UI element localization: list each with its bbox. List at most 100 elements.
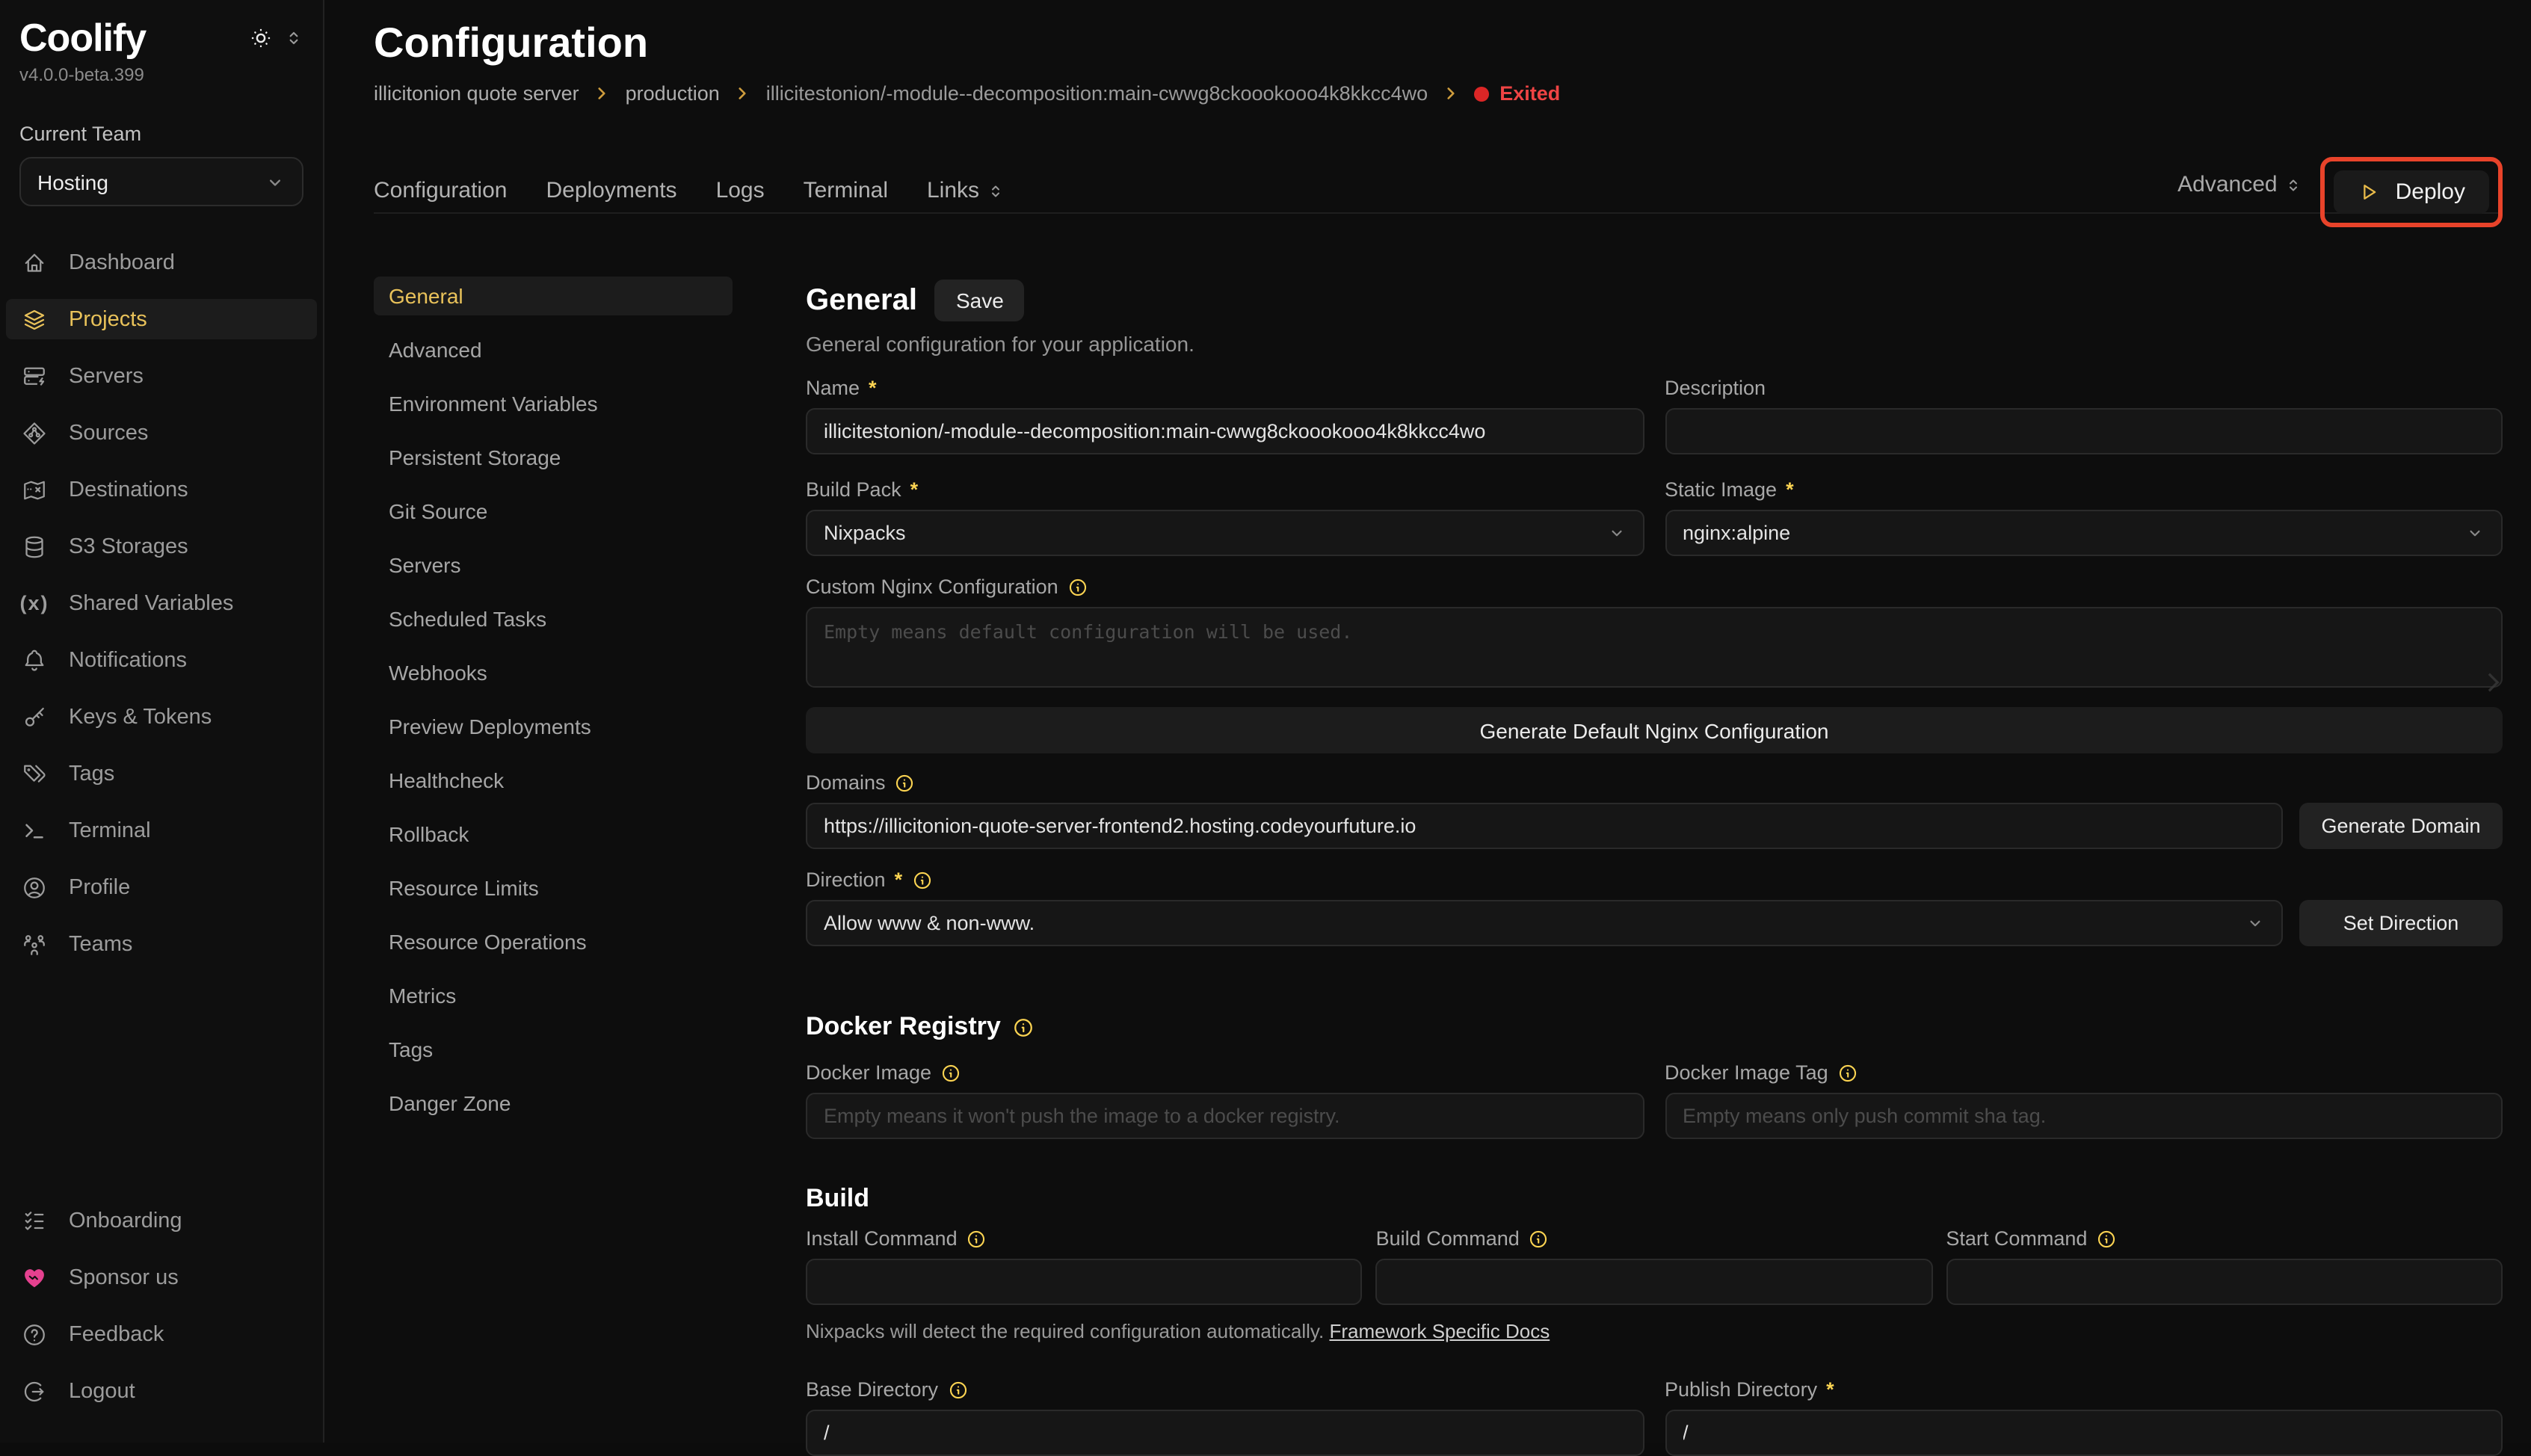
base-directory-label: Base Directory <box>806 1378 1644 1401</box>
docker-image-input[interactable] <box>806 1093 1644 1139</box>
save-button[interactable]: Save <box>935 280 1025 321</box>
deploy-button[interactable]: Deploy <box>2334 170 2489 214</box>
build-pack-value: Nixpacks <box>824 522 906 544</box>
subnav-item-preview-deployments[interactable]: Preview Deployments <box>374 707 733 746</box>
info-icon[interactable] <box>967 1228 987 1249</box>
tab-links-label: Links <box>927 178 979 203</box>
sidebar-item-sources[interactable]: Sources <box>6 413 317 453</box>
framework-docs-link[interactable]: Framework Specific Docs <box>1329 1320 1550 1342</box>
theme-selector-icon[interactable] <box>284 28 303 48</box>
sidebar-item-label: Profile <box>69 875 130 899</box>
info-icon[interactable] <box>1529 1228 1550 1249</box>
sidebar-item-label: S3 Storages <box>69 534 188 558</box>
subnav-item-general[interactable]: General <box>374 277 733 315</box>
sidebar-item-destinations[interactable]: Destinations <box>6 469 317 510</box>
subnav-item-persistent-storage[interactable]: Persistent Storage <box>374 438 733 477</box>
required-mark: * <box>1786 478 1794 501</box>
name-input[interactable] <box>806 408 1644 454</box>
info-icon[interactable] <box>940 1062 961 1083</box>
tab-logs[interactable]: Logs <box>716 178 765 203</box>
info-icon[interactable] <box>895 772 916 793</box>
layers-icon <box>21 306 48 333</box>
sidebar-item-label: Servers <box>69 364 144 388</box>
info-icon[interactable] <box>1837 1062 1858 1083</box>
info-icon[interactable] <box>947 1379 968 1400</box>
sidebar-item-servers[interactable]: Servers <box>6 356 317 396</box>
sidebar-item-dashboard[interactable]: Dashboard <box>6 242 317 283</box>
description-input[interactable] <box>1665 408 2503 454</box>
subnav-item-resource-operations[interactable]: Resource Operations <box>374 922 733 961</box>
subnav-item-metrics[interactable]: Metrics <box>374 976 733 1015</box>
users-icon <box>21 931 48 957</box>
logout-icon <box>21 1378 48 1404</box>
info-icon[interactable] <box>911 869 932 890</box>
subnav-item-scheduled-tasks[interactable]: Scheduled Tasks <box>374 599 733 638</box>
breadcrumb-application[interactable]: illicitestonion/-module--decomposition:m… <box>766 82 1428 105</box>
direction-select[interactable]: Allow www & non-www. <box>806 900 2283 946</box>
sidebar-item-shared-variables[interactable]: (x) Shared Variables <box>6 583 317 623</box>
status-dot-icon <box>1474 86 1489 101</box>
subnav-item-servers[interactable]: Servers <box>374 546 733 584</box>
custom-nginx-label: Custom Nginx Configuration <box>806 576 2503 598</box>
sidebar-nav: Dashboard Projects Servers Sources Desti… <box>0 242 323 981</box>
team-select[interactable]: Hosting <box>19 157 303 206</box>
sidebar-item-tags[interactable]: Tags <box>6 753 317 794</box>
domains-label: Domains <box>806 771 2503 794</box>
subnav-item-webhooks[interactable]: Webhooks <box>374 653 733 692</box>
sidebar-item-label: Tags <box>69 762 114 786</box>
tag-icon <box>21 760 48 787</box>
sidebar-item-label: Notifications <box>69 648 187 672</box>
breadcrumb-project[interactable]: illicitonion quote server <box>374 82 579 105</box>
generate-nginx-button[interactable]: Generate Default Nginx Configuration <box>806 707 2503 753</box>
sidebar-item-s3-storages[interactable]: S3 Storages <box>6 526 317 567</box>
chevron-down-icon <box>265 171 286 192</box>
tab-configuration[interactable]: Configuration <box>374 178 507 203</box>
subnav-item-danger-zone[interactable]: Danger Zone <box>374 1084 733 1123</box>
subnav-item-git-source[interactable]: Git Source <box>374 492 733 531</box>
tab-terminal[interactable]: Terminal <box>804 178 888 203</box>
chevron-right-icon <box>1441 84 1461 103</box>
info-icon[interactable] <box>1067 576 1088 597</box>
sidebar-item-onboarding[interactable]: Onboarding <box>6 1200 317 1241</box>
config-subnav: General Advanced Environment Variables P… <box>374 268 733 1443</box>
breadcrumb-environment[interactable]: production <box>626 82 720 105</box>
start-command-input[interactable] <box>1946 1259 2503 1305</box>
custom-nginx-textarea[interactable] <box>806 607 2503 688</box>
generate-domain-button[interactable]: Generate Domain <box>2299 803 2503 849</box>
base-directory-input[interactable] <box>806 1410 1644 1456</box>
sidebar-item-teams[interactable]: Teams <box>6 924 317 964</box>
key-icon <box>21 703 48 730</box>
info-icon[interactable] <box>1013 1016 1035 1038</box>
sidebar-item-sponsor[interactable]: Sponsor us <box>6 1257 317 1298</box>
sidebar-item-terminal[interactable]: Terminal <box>6 810 317 851</box>
static-image-label: Static Image* <box>1665 478 2503 501</box>
sidebar-item-keys-tokens[interactable]: Keys & Tokens <box>6 697 317 737</box>
domains-input[interactable] <box>806 803 2283 849</box>
sidebar-item-feedback[interactable]: Feedback <box>6 1314 317 1354</box>
tab-links[interactable]: Links <box>927 178 1005 203</box>
static-image-select[interactable]: nginx:alpine <box>1665 510 2503 556</box>
advanced-dropdown[interactable]: Advanced <box>2177 172 2302 212</box>
sidebar-item-label: Shared Variables <box>69 591 233 615</box>
sidebar-item-logout[interactable]: Logout <box>6 1371 317 1411</box>
info-icon[interactable] <box>2096 1228 2117 1249</box>
build-command-input[interactable] <box>1376 1259 1933 1305</box>
subnav-item-healthcheck[interactable]: Healthcheck <box>374 761 733 800</box>
docker-image-tag-input[interactable] <box>1665 1093 2503 1139</box>
sidebar-item-profile[interactable]: Profile <box>6 867 317 907</box>
subnav-item-resource-limits[interactable]: Resource Limits <box>374 869 733 907</box>
docker-image-tag-label: Docker Image Tag <box>1665 1061 2503 1084</box>
sidebar-item-notifications[interactable]: Notifications <box>6 640 317 680</box>
sun-icon[interactable] <box>248 25 274 51</box>
sidebar-item-label: Feedback <box>69 1322 164 1346</box>
install-command-input[interactable] <box>806 1259 1363 1305</box>
publish-directory-input[interactable] <box>1665 1410 2503 1456</box>
sidebar-item-projects[interactable]: Projects <box>6 299 317 339</box>
set-direction-button[interactable]: Set Direction <box>2299 900 2503 946</box>
subnav-item-tags[interactable]: Tags <box>374 1030 733 1069</box>
subnav-item-rollback[interactable]: Rollback <box>374 815 733 854</box>
subnav-item-advanced[interactable]: Advanced <box>374 330 733 369</box>
subnav-item-environment-variables[interactable]: Environment Variables <box>374 384 733 423</box>
build-pack-select[interactable]: Nixpacks <box>806 510 1644 556</box>
tab-deployments[interactable]: Deployments <box>546 178 676 203</box>
